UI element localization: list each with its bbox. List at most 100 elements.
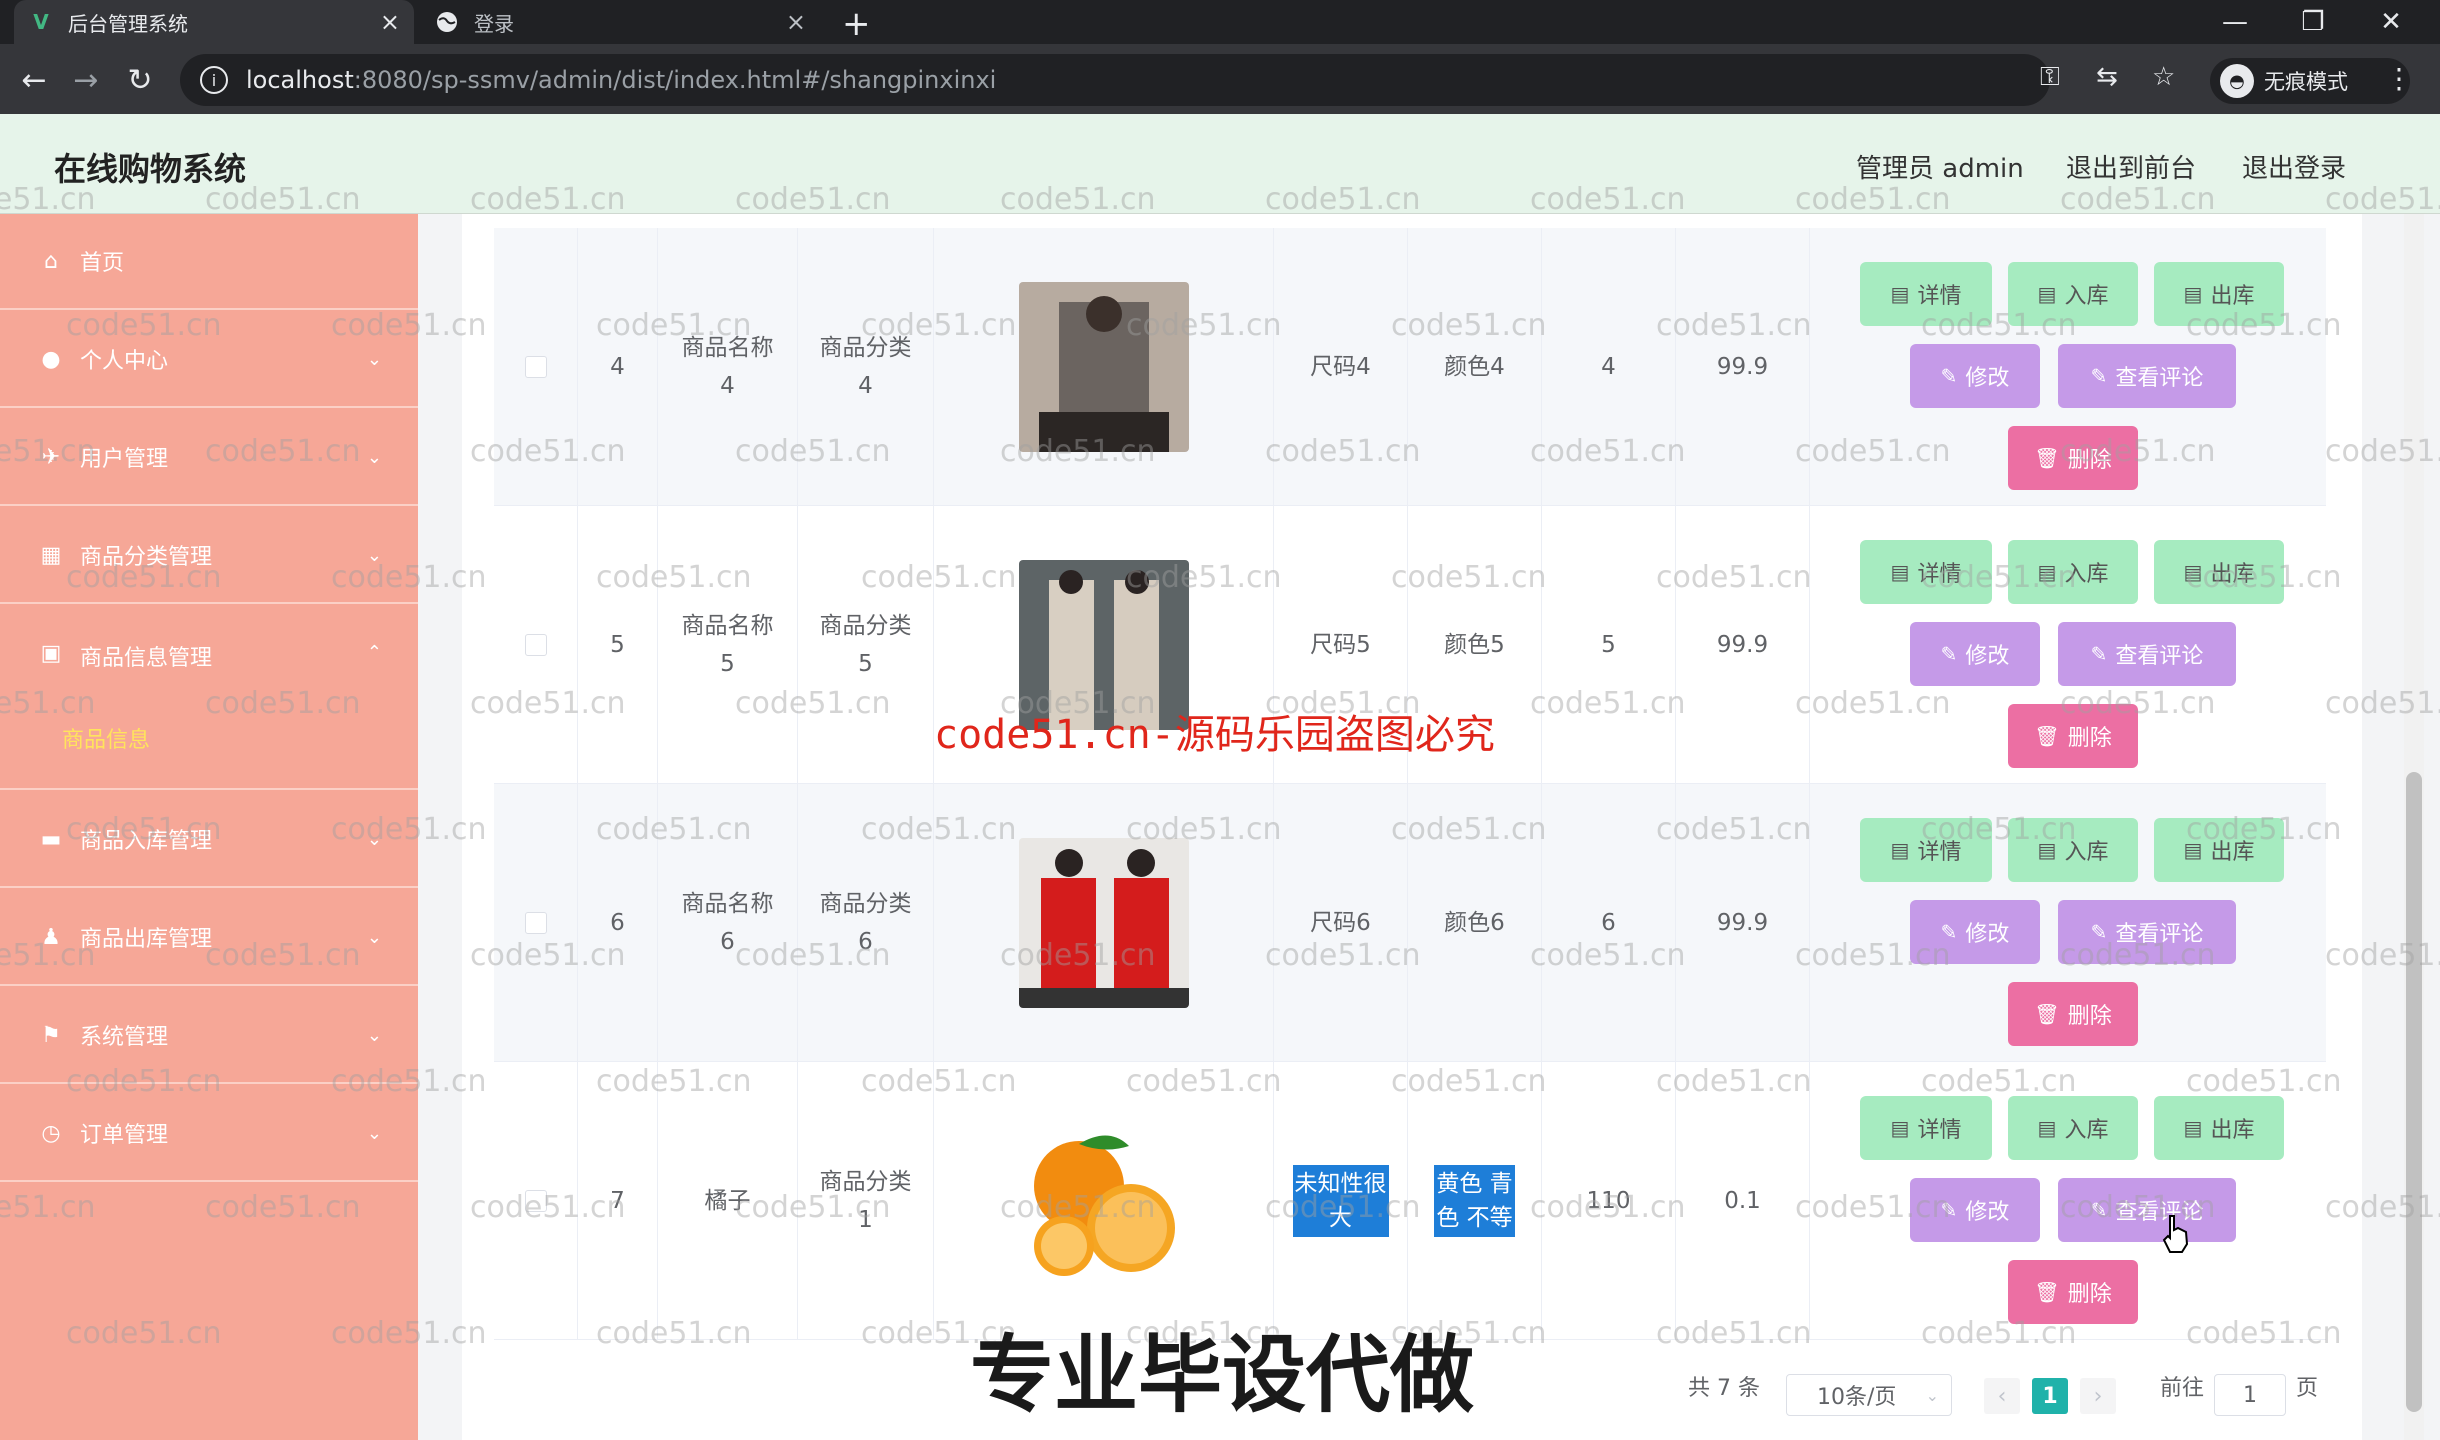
sidebar-item-home[interactable]: ⌂ 首页 bbox=[0, 214, 418, 310]
edit-button[interactable]: ✎ 修改 bbox=[1910, 622, 2040, 686]
tab-title: 登录 bbox=[474, 11, 514, 36]
video-icon: ▬ bbox=[40, 826, 62, 852]
row-checkbox[interactable] bbox=[524, 356, 547, 378]
tab-login[interactable]: 登录 × bbox=[420, 0, 820, 44]
stock-in-button[interactable]: ▤ 入库 bbox=[2008, 540, 2138, 604]
sidebar-item-stock-in[interactable]: ▬ 商品入库管理 ⌄ bbox=[0, 792, 418, 888]
trash-icon: 🗑 bbox=[2034, 446, 2060, 470]
stock-out-button[interactable]: ▤ 出库 bbox=[2154, 262, 2284, 326]
tab-admin[interactable]: V 后台管理系统 × bbox=[14, 0, 414, 44]
name-cell: 橘子 bbox=[658, 1062, 798, 1340]
incognito-label: 无痕模式 bbox=[2264, 70, 2348, 94]
scrollbar-thumb[interactable] bbox=[2406, 772, 2422, 1412]
view-comments-button[interactable]: ✎ 查看评论 bbox=[2058, 622, 2236, 686]
detail-button[interactable]: ▤ 详情 bbox=[1860, 262, 1992, 326]
reload-icon[interactable]: ↻ bbox=[118, 58, 162, 102]
incognito-badge[interactable]: ◓ 无痕模式 bbox=[2210, 58, 2410, 104]
back-to-front-link[interactable]: 退出到前台 bbox=[2066, 148, 2196, 185]
edit-button[interactable]: ✎ 修改 bbox=[1910, 1178, 2040, 1242]
back-icon[interactable]: ← bbox=[12, 58, 56, 102]
size-cell: 未知性很 大 bbox=[1274, 1062, 1408, 1340]
button-label: 删除 bbox=[2067, 726, 2112, 751]
row-checkbox[interactable] bbox=[524, 634, 547, 656]
stock-in-button[interactable]: ▤ 入库 bbox=[2008, 818, 2138, 882]
category-cell: 商品分类 5 bbox=[798, 506, 934, 784]
name-cell: 商品名称 4 bbox=[658, 228, 798, 506]
trash-icon: 🗑 bbox=[2034, 724, 2060, 748]
new-tab-button[interactable]: + bbox=[842, 4, 871, 44]
stock-in-button[interactable]: ▤ 入库 bbox=[2008, 262, 2138, 326]
stock-out-button[interactable]: ▤ 出库 bbox=[2154, 540, 2284, 604]
detail-button[interactable]: ▤ 详情 bbox=[1860, 818, 1992, 882]
window-close-icon[interactable]: ✕ bbox=[2356, 0, 2426, 44]
goto-page-input[interactable]: 1 bbox=[2214, 1374, 2286, 1416]
page-size-select[interactable]: 10条/页 ⌄ bbox=[1786, 1374, 1952, 1416]
sidebar-item-goods[interactable]: ▣ 商品信息管理 ⌃ bbox=[0, 606, 418, 790]
more-menu-icon[interactable]: ⋮ bbox=[2385, 62, 2413, 95]
edit-button[interactable]: ✎ 修改 bbox=[1910, 900, 2040, 964]
current-page-button[interactable]: 1 bbox=[2032, 1378, 2068, 1414]
restore-icon[interactable]: ❐ bbox=[2278, 0, 2348, 44]
button-label: 查看评论 bbox=[2115, 366, 2204, 391]
sidebar-item-profile[interactable]: ● 个人中心 ⌄ bbox=[0, 312, 418, 408]
button-label: 出库 bbox=[2210, 1118, 2255, 1143]
document-icon: ▤ bbox=[2183, 1116, 2203, 1140]
chevron-down-icon: ⌄ bbox=[366, 544, 382, 566]
delete-button[interactable]: 🗑 删除 bbox=[2008, 704, 2138, 768]
delete-button[interactable]: 🗑 删除 bbox=[2008, 426, 2138, 490]
tab-title: 后台管理系统 bbox=[68, 11, 188, 36]
button-label: 删除 bbox=[2067, 1004, 2112, 1029]
button-label: 删除 bbox=[2067, 1282, 2112, 1307]
chevron-up-icon: ⌃ bbox=[366, 642, 382, 663]
star-icon[interactable]: ☆ bbox=[2152, 62, 2175, 92]
detail-button[interactable]: ▤ 详情 bbox=[1860, 1096, 1992, 1160]
color-text-selected: 黄色 青 色 不等 bbox=[1434, 1165, 1515, 1237]
detail-button[interactable]: ▤ 详情 bbox=[1860, 540, 1992, 604]
view-comments-button[interactable]: ✎ 查看评论 bbox=[2058, 344, 2236, 408]
url-input[interactable]: i localhost:8080/sp-ssmv/admin/dist/inde… bbox=[180, 54, 2050, 106]
view-comments-button[interactable]: ✎ 查看评论 bbox=[2058, 1178, 2236, 1242]
category-cell: 商品分类 4 bbox=[798, 228, 934, 506]
row-checkbox[interactable] bbox=[524, 912, 547, 934]
globe-icon bbox=[434, 9, 460, 35]
view-comments-button[interactable]: ✎ 查看评论 bbox=[2058, 900, 2236, 964]
clock-icon: ◷ bbox=[41, 1120, 61, 1146]
home-icon: ⌂ bbox=[44, 248, 58, 274]
sidebar-item-stock-out[interactable]: ♟ 商品出库管理 ⌄ bbox=[0, 890, 418, 986]
logout-link[interactable]: 退出登录 bbox=[2242, 148, 2346, 185]
close-icon[interactable]: × bbox=[380, 8, 400, 36]
site-info-icon[interactable]: i bbox=[200, 66, 228, 94]
price-cell: 99.9 bbox=[1676, 784, 1810, 1062]
key-icon[interactable]: ⚿ bbox=[2040, 62, 2060, 93]
translate-icon[interactable]: ⇆ bbox=[2096, 62, 2118, 92]
row-checkbox-cell bbox=[494, 784, 578, 1062]
sidebar-item-system[interactable]: ⚑ 系统管理 ⌄ bbox=[0, 988, 418, 1084]
sidebar-subitem-goods-info[interactable]: 商品信息 bbox=[62, 722, 150, 754]
delete-button[interactable]: 🗑 删除 bbox=[2008, 1260, 2138, 1324]
hand-cursor-icon bbox=[2162, 1215, 2189, 1253]
forward-icon[interactable]: → bbox=[64, 58, 108, 102]
pencil-icon: ✎ bbox=[2090, 920, 2108, 944]
category-cell: 商品分类 6 bbox=[798, 784, 934, 1062]
pencil-icon: ✎ bbox=[2090, 642, 2108, 666]
pencil-icon: ✎ bbox=[2090, 364, 2108, 388]
prev-page-icon[interactable]: ‹ bbox=[1984, 1378, 2020, 1414]
next-page-icon[interactable]: › bbox=[2080, 1378, 2116, 1414]
stock-out-button[interactable]: ▤ 出库 bbox=[2154, 1096, 2284, 1160]
product-image bbox=[1018, 1116, 1189, 1286]
edit-button[interactable]: ✎ 修改 bbox=[1910, 344, 2040, 408]
delete-button[interactable]: 🗑 删除 bbox=[2008, 982, 2138, 1046]
minimize-icon[interactable]: — bbox=[2200, 0, 2270, 44]
stock-in-button[interactable]: ▤ 入库 bbox=[2008, 1096, 2138, 1160]
button-label: 出库 bbox=[2210, 840, 2255, 865]
box-icon: ▣ bbox=[40, 640, 62, 666]
close-icon[interactable]: × bbox=[786, 8, 806, 36]
sidebar-item-category[interactable]: ▦ 商品分类管理 ⌄ bbox=[0, 508, 418, 604]
row-checkbox-cell bbox=[494, 228, 578, 506]
price-cell: 99.9 bbox=[1676, 506, 1810, 784]
row-checkbox[interactable] bbox=[524, 1190, 547, 1212]
chevron-down-icon: ⌄ bbox=[366, 1122, 382, 1144]
sidebar-item-orders[interactable]: ◷ 订单管理 ⌄ bbox=[0, 1086, 418, 1182]
sidebar-item-users[interactable]: ✈ 用户管理 ⌄ bbox=[0, 410, 418, 506]
stock-out-button[interactable]: ▤ 出库 bbox=[2154, 818, 2284, 882]
